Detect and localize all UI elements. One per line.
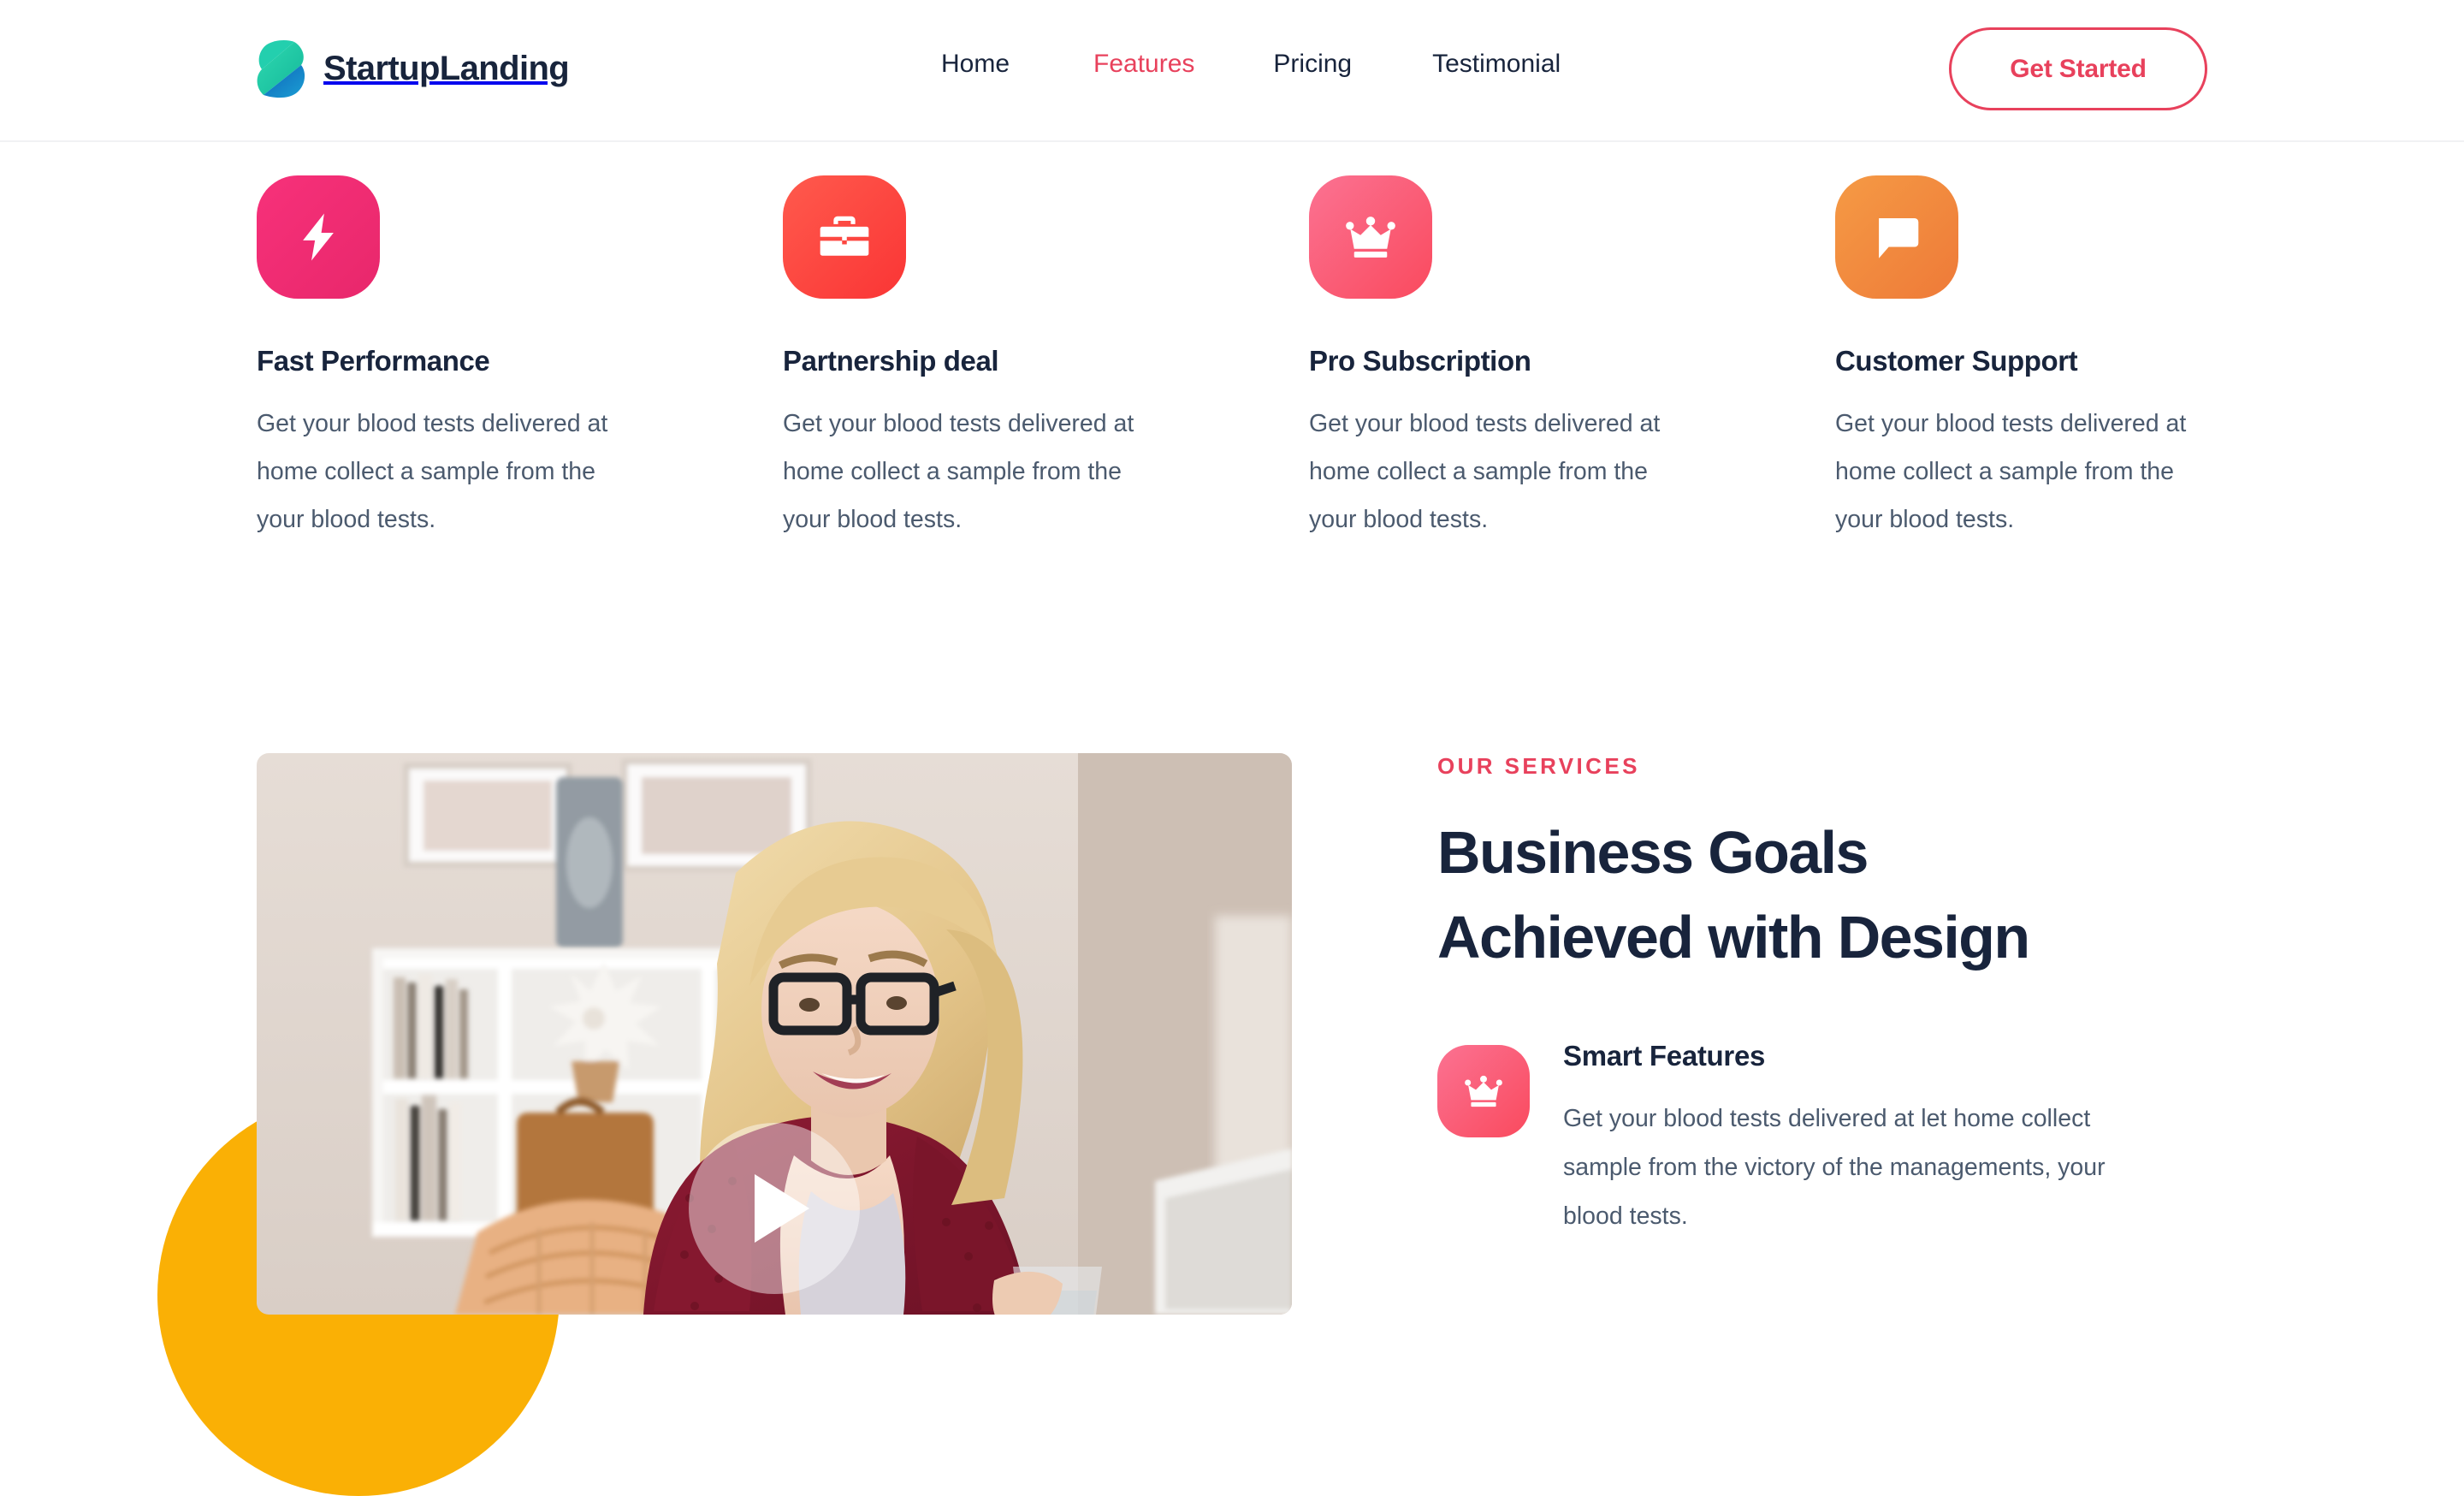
feature-icon-wrap bbox=[1835, 175, 1958, 328]
feature-icon-wrap bbox=[783, 175, 906, 328]
crown-icon bbox=[1437, 1045, 1530, 1137]
brand-name: StartupLanding bbox=[323, 50, 570, 87]
feature-body: Get your blood tests delivered at home c… bbox=[1835, 409, 2187, 533]
service-item-smart-features: Smart Features Get your blood tests deli… bbox=[1437, 1040, 2293, 1241]
feature-title: Partnership deal bbox=[783, 345, 999, 377]
s-mark-logo-icon bbox=[257, 40, 305, 98]
feature-icon-wrap bbox=[257, 175, 380, 328]
service-item-title: Smart Features bbox=[1563, 1040, 1766, 1072]
nav-item-testimonial[interactable]: Testimonial bbox=[1432, 50, 1561, 79]
crown-icon bbox=[1309, 175, 1432, 299]
feature-card-partnership-deal: Partnership deal Get your blood tests de… bbox=[783, 175, 1262, 543]
feature-title: Pro Subscription bbox=[1309, 345, 1531, 377]
feature-title: Customer Support bbox=[1835, 345, 2078, 377]
feature-card-fast-performance: Fast Performance Get your blood tests de… bbox=[257, 175, 736, 543]
lightning-bolt-icon bbox=[257, 175, 380, 299]
feature-body: Get your blood tests delivered at home c… bbox=[1309, 409, 1661, 533]
get-started-button[interactable]: Get Started bbox=[1949, 27, 2207, 110]
feature-card-pro-subscription: Pro Subscription Get your blood tests de… bbox=[1309, 175, 1788, 543]
chat-bubble-icon bbox=[1835, 175, 1958, 299]
services-section: OUR SERVICES Business Goals Achieved wit… bbox=[0, 753, 2464, 1496]
feature-body: Get your blood tests delivered at home c… bbox=[257, 409, 608, 533]
feature-card-customer-support: Customer Support Get your blood tests de… bbox=[1835, 175, 2314, 543]
briefcase-icon bbox=[783, 175, 906, 299]
service-item-body: Get your blood tests delivered at let ho… bbox=[1563, 1105, 2106, 1230]
nav-item-pricing[interactable]: Pricing bbox=[1273, 50, 1352, 79]
services-media bbox=[157, 753, 1292, 1496]
feature-icon-wrap bbox=[1309, 175, 1432, 328]
site-header: StartupLanding Home Features Pricing Tes… bbox=[0, 0, 2464, 142]
features-section: Fast Performance Get your blood tests de… bbox=[0, 175, 2464, 569]
nav-item-home[interactable]: Home bbox=[941, 50, 1010, 79]
play-video-button[interactable] bbox=[689, 1123, 860, 1294]
brand-logo-link[interactable]: StartupLanding bbox=[257, 39, 570, 98]
services-heading: Business Goals Achieved with Design bbox=[1437, 810, 2293, 980]
nav-item-features[interactable]: Features bbox=[1093, 50, 1194, 79]
main-navigation: Home Features Pricing Testimonial bbox=[941, 50, 1561, 79]
services-heading-line-2: Achieved with Design bbox=[1437, 904, 2030, 971]
feature-body: Get your blood tests delivered at home c… bbox=[783, 409, 1134, 533]
services-heading-line-1: Business Goals bbox=[1437, 819, 1869, 886]
feature-title: Fast Performance bbox=[257, 345, 490, 377]
service-item-text: Smart Features Get your blood tests deli… bbox=[1563, 1040, 2153, 1241]
services-copy: OUR SERVICES Business Goals Achieved wit… bbox=[1437, 753, 2293, 1241]
services-eyebrow: OUR SERVICES bbox=[1437, 753, 1640, 779]
play-triangle-icon bbox=[755, 1174, 809, 1243]
